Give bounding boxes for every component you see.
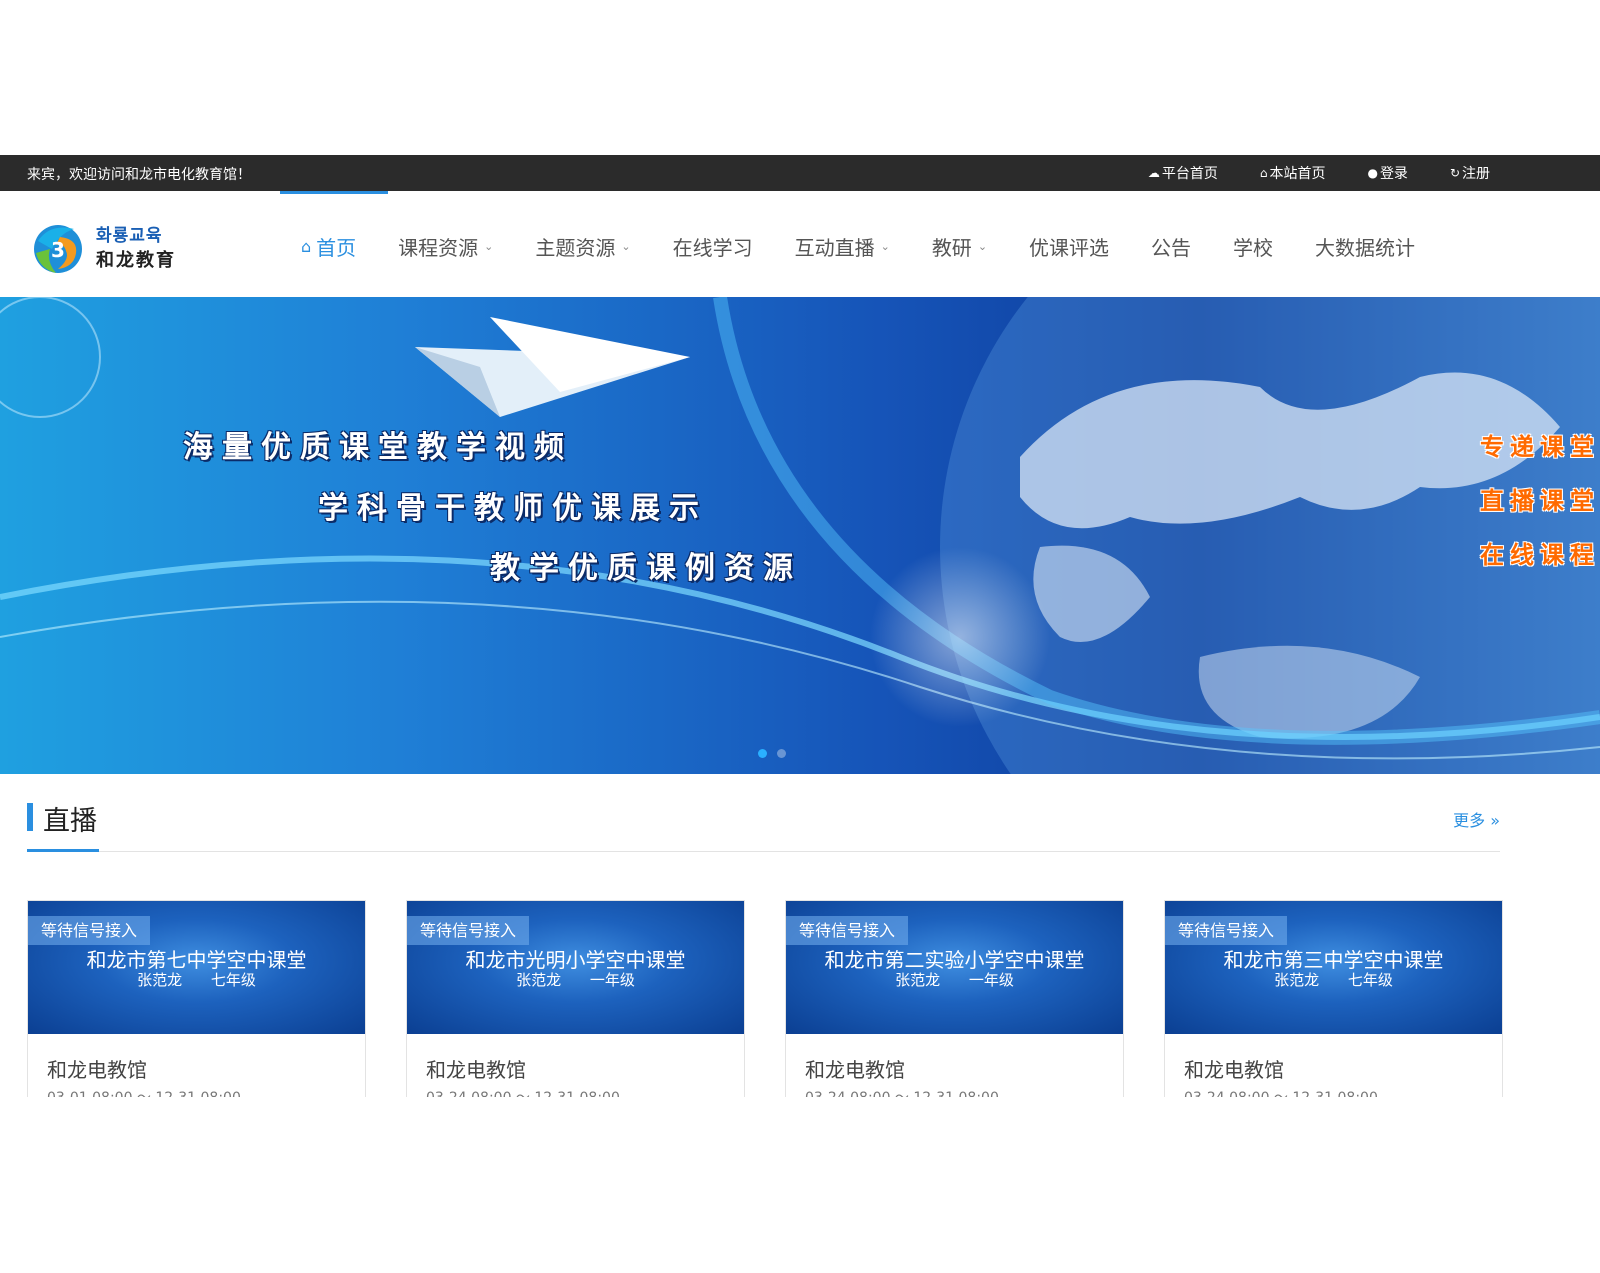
logo-chinese: 和龙教育	[96, 250, 176, 271]
teacher-name: 张范龙	[516, 971, 562, 989]
live-thumbnail[interactable]: 等待信号接入 和龙市第三中学空中课堂 张范龙 七年级	[1165, 901, 1502, 1034]
grade-label: 七年级	[210, 971, 256, 989]
nav-announcements[interactable]: 公告	[1130, 191, 1212, 301]
site-logo[interactable]: 3 화룡교육 和龙教育	[30, 219, 195, 279]
carousel-dot-1[interactable]	[758, 749, 767, 758]
live-time: 03-24 08:00 ～ 12-31 08:00	[805, 1087, 999, 1097]
hero-banner[interactable]: 海量优质课堂教学视频 学科骨干教师优课展示 教学优质课例资源 专递课堂 直播课堂…	[0, 297, 1600, 774]
live-thumb-sub: 张范龙 七年级	[1165, 969, 1502, 990]
organizer-name: 和龙电教馆	[47, 1058, 147, 1082]
status-badge: 等待信号接入	[28, 916, 151, 945]
nav-schools-label: 学校	[1233, 235, 1274, 260]
grade-label: 一年级	[968, 971, 1014, 989]
site-home-label: 本站首页	[1269, 166, 1326, 182]
live-section-title: 直播	[43, 806, 97, 837]
nav-online-learning-label: 在线学习	[672, 235, 753, 260]
svg-text:3: 3	[51, 238, 65, 262]
banner-slogan-1: 海量优质课堂教学视频	[183, 430, 573, 465]
carousel-dot-2[interactable]	[777, 749, 786, 758]
live-thumbnail[interactable]: 等待信号接入 和龙市第七中学空中课堂 张范龙 七年级	[28, 901, 365, 1034]
home-icon: ⌂	[301, 236, 312, 256]
more-link[interactable]: 更多 »	[1453, 807, 1500, 831]
live-thumb-sub: 张范龙 一年级	[407, 969, 744, 990]
banner-tag-1: 专递课堂	[1480, 433, 1600, 461]
chevron-down-icon: ⌄	[484, 239, 494, 253]
teacher-name: 张范龙	[895, 971, 941, 989]
nav-announcements-label: 公告	[1151, 235, 1192, 260]
section-underline	[27, 849, 99, 852]
nav-research-label: 教研	[931, 235, 972, 260]
live-card[interactable]: 等待信号接入 和龙市第三中学空中课堂 张范龙 七年级 和龙电教馆 03-24 0…	[1164, 900, 1503, 1097]
welcome-text: 来宾，欢迎访问和龙市电化教育馆！	[27, 167, 251, 183]
live-time: 03-01 08:00 ～ 12-31 08:00	[47, 1087, 241, 1097]
teacher-name: 张范龙	[137, 971, 183, 989]
status-badge: 等待信号接入	[786, 916, 909, 945]
register-link[interactable]: ↻ 注册	[1450, 163, 1490, 183]
top-bar: 来宾，欢迎访问和龙市电化教育馆！ ☁ 平台首页 ⌂ 本站首页 ● 登录 ↻ 注册	[0, 155, 1600, 191]
organizer-name: 和龙电教馆	[1184, 1058, 1284, 1082]
logo-mark-icon: 3	[34, 225, 82, 273]
carousel-dots	[758, 749, 786, 758]
banner-background	[0, 297, 1600, 774]
login-link[interactable]: ● 登录	[1367, 163, 1407, 183]
nav-big-data-label: 大数据统计	[1315, 235, 1416, 260]
nav-research[interactable]: 教研 ⌄	[911, 191, 1008, 301]
grade-label: 一年级	[589, 971, 635, 989]
chevron-down-icon: ⌄	[621, 239, 631, 253]
nav-topic-resources-label: 主题资源	[535, 235, 616, 260]
nav-home-label: 首页	[316, 235, 357, 260]
live-card[interactable]: 等待信号接入 和龙市第二实验小学空中课堂 张范龙 一年级 和龙电教馆 03-24…	[785, 900, 1124, 1097]
home-icon: ⌂	[1259, 166, 1268, 180]
section-accent-bar	[27, 803, 33, 831]
nav-course-resources-label: 课程资源	[398, 235, 479, 260]
nav-schools[interactable]: 学校	[1212, 191, 1294, 301]
grade-label: 七年级	[1347, 971, 1393, 989]
platform-home-label: 平台首页	[1161, 166, 1218, 182]
live-card[interactable]: 等待信号接入 和龙市第七中学空中课堂 张范龙 七年级 和龙电教馆 03-01 0…	[27, 900, 366, 1097]
live-thumbnail[interactable]: 等待信号接入 和龙市第二实验小学空中课堂 张范龙 一年级	[786, 901, 1123, 1034]
chevron-down-icon: ⌄	[880, 239, 890, 253]
organizer-name: 和龙电教馆	[426, 1058, 526, 1082]
live-card-list: 等待信号接入 和龙市第七中学空中课堂 张范龙 七年级 和龙电教馆 03-01 0…	[27, 900, 1503, 1097]
teacher-name: 张范龙	[1274, 971, 1320, 989]
main-nav: ⌂ 首页 课程资源 ⌄ 主题资源 ⌄ 在线学习 互动直播 ⌄ 教研 ⌄ 优课评选…	[280, 191, 1436, 301]
register-label: 注册	[1462, 166, 1490, 182]
nav-course-selection[interactable]: 优课评选	[1008, 191, 1130, 301]
live-time: 03-24 08:00 ～ 12-31 08:00	[1184, 1087, 1378, 1097]
user-icon: ●	[1367, 166, 1378, 180]
live-time: 03-24 08:00 ～ 12-31 08:00	[426, 1087, 620, 1097]
nav-course-resources[interactable]: 课程资源 ⌄	[377, 191, 514, 301]
top-links: ☁ 平台首页 ⌂ 本站首页 ● 登录 ↻ 注册	[1148, 155, 1490, 191]
logo-korean: 화룡교육	[96, 226, 163, 246]
banner-slogan-2: 学科骨干教师优课展示	[318, 491, 708, 526]
live-section-header: 直播 更多 »	[27, 793, 1500, 852]
nav-interactive-live-label: 互动直播	[794, 235, 875, 260]
live-card[interactable]: 等待信号接入 和龙市光明小学空中课堂 张范龙 一年级 和龙电教馆 03-24 0…	[406, 900, 745, 1097]
site-header: 3 화룡교육 和龙教育 ⌂ 首页 课程资源 ⌄ 主题资源 ⌄ 在线学习 互动直播	[0, 191, 1600, 301]
nav-online-learning[interactable]: 在线学习	[652, 191, 774, 301]
nav-course-selection-label: 优课评选	[1029, 235, 1110, 260]
live-thumb-sub: 张范龙 一年级	[786, 969, 1123, 990]
share-icon: ↻	[1449, 166, 1460, 180]
site-home-link[interactable]: ⌂ 本站首页	[1260, 163, 1326, 183]
banner-tag-2: 直播课堂	[1480, 487, 1600, 515]
chevron-down-icon: ⌄	[977, 239, 988, 253]
status-badge: 等待信号接入	[1165, 916, 1288, 945]
organizer-name: 和龙电教馆	[805, 1058, 905, 1082]
platform-home-link[interactable]: ☁ 平台首页	[1148, 163, 1218, 183]
banner-tag-3: 在线课程	[1480, 541, 1600, 569]
nav-home[interactable]: ⌂ 首页	[280, 191, 389, 301]
browser-viewport: 来宾，欢迎访问和龙市电化教育馆！ ☁ 平台首页 ⌂ 本站首页 ● 登录 ↻ 注册	[0, 155, 1600, 1097]
live-thumbnail[interactable]: 等待信号接入 和龙市光明小学空中课堂 张范龙 一年级	[407, 901, 744, 1034]
banner-slogan-3: 教学优质课例资源	[490, 551, 802, 586]
nav-big-data[interactable]: 大数据统计	[1294, 191, 1436, 301]
live-thumb-sub: 张范龙 七年级	[28, 969, 365, 990]
nav-topic-resources[interactable]: 主题资源 ⌄	[514, 191, 651, 301]
login-label: 登录	[1379, 166, 1408, 182]
nav-interactive-live[interactable]: 互动直播 ⌄	[774, 191, 911, 301]
status-badge: 等待信号接入	[407, 916, 530, 945]
cloud-icon: ☁	[1147, 166, 1160, 180]
